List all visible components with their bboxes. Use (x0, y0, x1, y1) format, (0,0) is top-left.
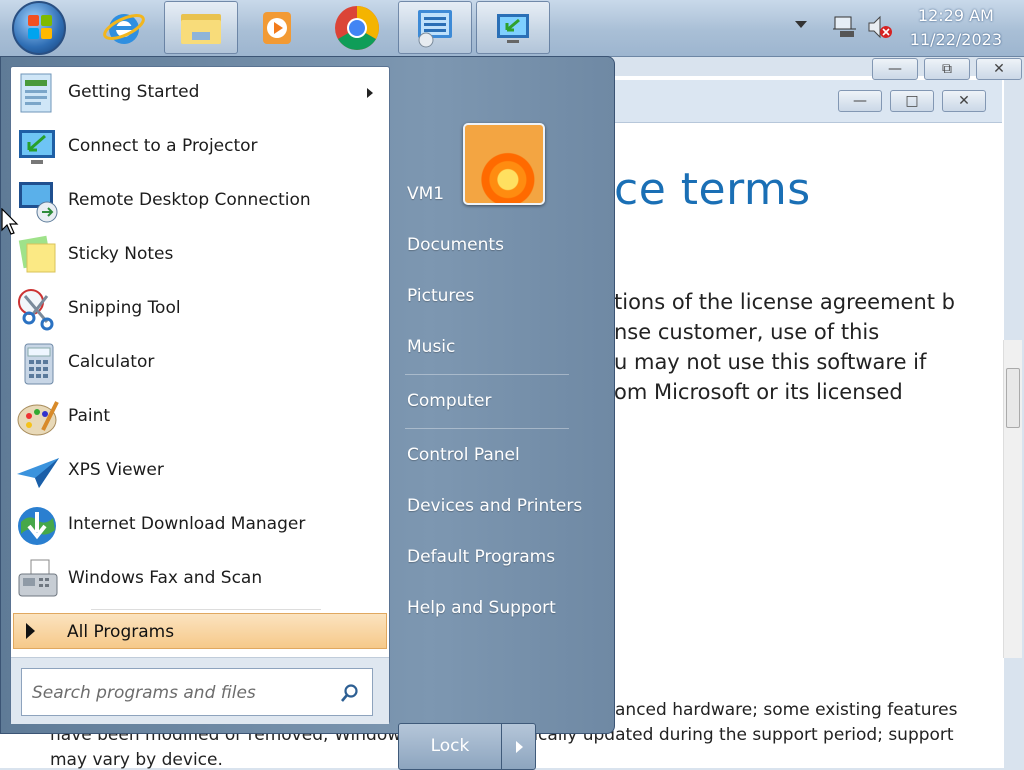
program-label: Sticky Notes (68, 244, 174, 264)
internet-explorer-icon (103, 13, 145, 44)
control-panel-button[interactable] (398, 1, 472, 54)
taskbar: 12:29 AM 11/22/2023 (0, 0, 1024, 57)
search-area (11, 657, 389, 724)
system-clock[interactable]: 12:29 AM 11/22/2023 (910, 4, 1002, 52)
lock-button[interactable]: Lock (398, 723, 502, 770)
license-paragraph-line: tions of the license agreement by (614, 290, 954, 314)
link-computer[interactable]: Computer (407, 391, 492, 411)
program-windows-fax-scan[interactable]: Windows Fax and Scan (11, 554, 389, 606)
program-label: Remote Desktop Connection (68, 190, 311, 210)
link-help-support[interactable]: Help and Support (407, 598, 556, 618)
search-box[interactable] (21, 668, 373, 716)
internet-explorer-button[interactable] (87, 1, 161, 54)
projector-icon (19, 130, 55, 164)
programs-pane: Getting Started Connect to a Projector R… (10, 66, 390, 724)
program-snipping-tool[interactable]: Snipping Tool (11, 284, 389, 336)
program-getting-started[interactable]: Getting Started (11, 68, 389, 120)
program-paint[interactable]: Paint (11, 392, 389, 444)
all-programs-label: All Programs (67, 622, 175, 642)
clock-date: 11/22/2023 (909, 30, 1002, 49)
network-icon[interactable] (832, 14, 858, 40)
scissors-icon (18, 289, 54, 331)
chevron-right-icon (516, 741, 523, 753)
link-default-programs[interactable]: Default Programs (407, 547, 555, 567)
expand-arrow-icon (26, 623, 35, 639)
program-label: Connect to a Projector (68, 136, 258, 156)
projector-icon (497, 13, 529, 43)
bg-close-button[interactable]: ✕ (976, 58, 1022, 80)
background-window-controls: — ⧉ ✕ (872, 58, 1024, 84)
link-devices-printers[interactable]: Devices and Printers (407, 496, 582, 516)
calculator-icon (24, 343, 54, 385)
shutdown-options-button[interactable] (501, 723, 536, 770)
right-pane-divider (405, 374, 569, 375)
volume-muted-icon[interactable] (866, 14, 894, 40)
all-programs-button[interactable]: All Programs (13, 613, 387, 649)
xps-viewer-icon (17, 458, 59, 488)
submenu-arrow-icon (367, 88, 373, 98)
program-sticky-notes[interactable]: Sticky Notes (11, 230, 389, 282)
link-pictures[interactable]: Pictures (407, 286, 474, 306)
program-label: XPS Viewer (68, 460, 164, 480)
close-button[interactable]: ✕ (942, 90, 986, 112)
bg-restore-button[interactable]: ⧉ (924, 58, 970, 80)
program-label: Windows Fax and Scan (68, 568, 263, 588)
link-control-panel[interactable]: Control Panel (407, 445, 520, 465)
chrome-button[interactable] (320, 1, 394, 54)
license-paragraph-line: nse customer, use of this (614, 320, 880, 344)
program-remote-desktop[interactable]: Remote Desktop Connection (11, 176, 389, 228)
link-music[interactable]: Music (407, 337, 455, 357)
document-titlebar: — □ ✕ (614, 80, 1002, 123)
programs-divider (91, 609, 321, 610)
license-paragraph-line: u may not use this software if (614, 350, 927, 374)
file-explorer-button[interactable] (164, 1, 238, 54)
program-connect-projector[interactable]: Connect to a Projector (11, 122, 389, 174)
maximize-button[interactable]: □ (890, 90, 934, 112)
link-documents[interactable]: Documents (407, 235, 504, 255)
sticky-notes-icon (18, 235, 56, 273)
paint-palette-icon (17, 401, 59, 436)
license-bottom-line: anced hardware; some existing features (615, 700, 958, 720)
program-xps-viewer[interactable]: XPS Viewer (11, 446, 389, 498)
program-label: Paint (68, 406, 111, 426)
media-player-icon (263, 11, 291, 44)
media-player-button[interactable] (240, 1, 314, 54)
document-scrollbar[interactable] (1003, 340, 1022, 658)
program-calculator[interactable]: Calculator (11, 338, 389, 390)
license-heading: ce terms (614, 164, 811, 215)
idm-globe-icon (18, 507, 56, 545)
right-pane-divider (405, 428, 569, 429)
scrollbar-thumb[interactable] (1006, 368, 1020, 428)
remote-desktop-icon (19, 182, 58, 223)
program-label: Snipping Tool (68, 298, 181, 318)
bg-minimize-button[interactable]: — (872, 58, 918, 80)
start-menu: Getting Started Connect to a Projector R… (0, 56, 615, 770)
program-internet-download-manager[interactable]: Internet Download Manager (11, 500, 389, 552)
link-user-folder[interactable]: VM1 (407, 184, 444, 204)
chrome-icon (335, 5, 379, 50)
program-label: Internet Download Manager (68, 514, 306, 534)
projector-button[interactable] (476, 1, 550, 54)
program-label: Calculator (68, 352, 155, 372)
search-input[interactable] (30, 679, 334, 707)
fax-icon (18, 559, 58, 597)
program-label: Getting Started (68, 82, 200, 102)
windows-logo-icon (28, 15, 52, 39)
mouse-cursor-icon (1, 208, 19, 235)
start-button[interactable] (12, 1, 66, 55)
folder-icon (181, 13, 221, 44)
search-icon[interactable] (340, 683, 360, 703)
minimize-button[interactable]: — (838, 90, 882, 112)
license-paragraph-line: om Microsoft or its licensed (614, 380, 903, 404)
control-panel-icon (418, 9, 452, 47)
user-avatar[interactable] (463, 123, 545, 205)
clock-time: 12:29 AM (917, 6, 994, 25)
getting-started-icon (20, 73, 52, 113)
tray-overflow-icon[interactable] (795, 21, 807, 28)
